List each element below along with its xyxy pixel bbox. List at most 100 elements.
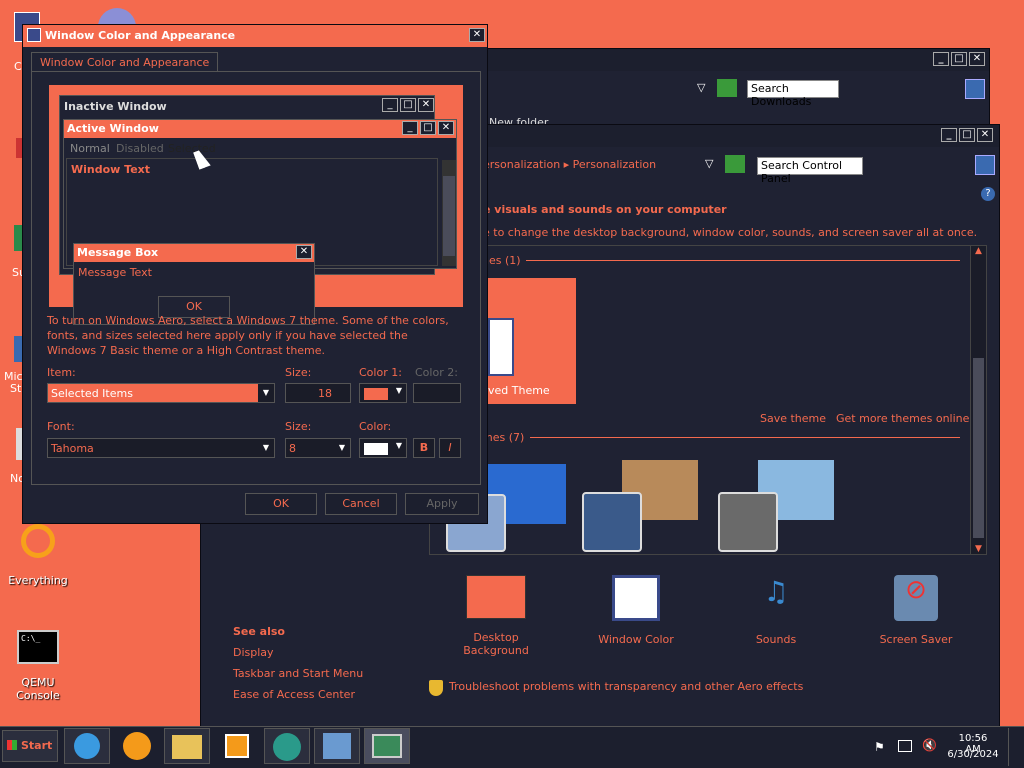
- taskbar-control-panel[interactable]: [314, 728, 360, 764]
- apply-button[interactable]: Apply: [405, 493, 479, 515]
- everything-label: Everything: [8, 574, 68, 587]
- search-icon[interactable]: [965, 79, 985, 99]
- font-color-swatch: [364, 443, 388, 455]
- close-button[interactable]: ✕: [969, 52, 985, 66]
- refresh-icon[interactable]: [717, 79, 737, 97]
- window-color-item[interactable]: Window Color: [581, 575, 691, 646]
- window-color-icon: [612, 575, 660, 621]
- inactive-title: Inactive Window: [64, 100, 167, 113]
- troubleshoot-link[interactable]: Troubleshoot problems with transparency …: [449, 680, 803, 693]
- maximize-button: □: [420, 121, 436, 135]
- scroll-down-arrow[interactable]: ▼: [971, 544, 986, 554]
- taskbar-explorer[interactable]: [164, 728, 210, 764]
- tab-window-color[interactable]: Window Color and Appearance: [31, 52, 219, 72]
- item-label: Item:: [47, 366, 76, 379]
- search-icon[interactable]: [975, 155, 995, 175]
- active-title: Active Window: [67, 122, 159, 135]
- size-spinner[interactable]: 18: [285, 383, 351, 403]
- ok-button[interactable]: OK: [245, 493, 317, 515]
- unsaved-theme-tile[interactable]: ved Theme: [480, 278, 576, 404]
- screen-saver-icon: ⊘: [894, 575, 938, 621]
- italic-button[interactable]: I: [439, 438, 461, 458]
- size2-select[interactable]: 8 ▼: [285, 438, 351, 458]
- qemu-label: QEMU Console: [16, 676, 60, 702]
- close-button: ✕: [418, 98, 434, 112]
- breadcrumb[interactable]: ersonalization ▸ Personalization: [483, 158, 656, 171]
- preview-area: Inactive Window _ □ ✕ Active Window _ □ …: [49, 85, 463, 325]
- desktop-icon-qemu[interactable]: C:\_ QEMU Console: [6, 630, 70, 702]
- cancel-button[interactable]: Cancel: [325, 493, 397, 515]
- refresh-icon[interactable]: [725, 155, 745, 173]
- desktop-icon-everything[interactable]: Everything: [6, 524, 70, 587]
- theme-tile-2[interactable]: [582, 458, 702, 552]
- font-color-picker[interactable]: ▼: [359, 438, 407, 458]
- desktop-background-label: Desktop Background: [463, 631, 529, 657]
- see-also-taskbar[interactable]: Taskbar and Start Menu: [233, 667, 363, 680]
- aero-themes-header: mes (7): [482, 431, 525, 444]
- minimize-button[interactable]: _: [933, 52, 949, 66]
- desktop-background-item[interactable]: Desktop Background: [441, 575, 551, 657]
- taskbar-ie[interactable]: [64, 728, 110, 764]
- msgbox-titlebar: Message Box ✕: [74, 244, 314, 262]
- explorer-titlebar[interactable]: _ □ ✕: [471, 49, 989, 71]
- color1-picker[interactable]: ▼: [359, 383, 407, 403]
- chevron-down-icon: ▼: [395, 441, 402, 450]
- maximize-button[interactable]: □: [959, 128, 975, 142]
- aero-themes-divider: [530, 437, 960, 438]
- bold-button[interactable]: B: [413, 438, 435, 458]
- clock-date[interactable]: 6/30/2024: [946, 749, 1000, 760]
- window-color-label: Window Color: [598, 633, 674, 646]
- minimize-button: _: [382, 98, 398, 112]
- chevron-down-icon[interactable]: ▽: [705, 157, 713, 170]
- volume-muted-icon[interactable]: 🔇: [922, 738, 937, 752]
- explorer-search-input[interactable]: Search Downloads: [747, 80, 839, 108]
- active-titlebar: Active Window _ □ ✕: [64, 120, 456, 138]
- screen-saver-label: Screen Saver: [879, 633, 953, 646]
- network-icon[interactable]: [898, 740, 912, 752]
- theme-tile-3[interactable]: [718, 458, 838, 552]
- menu-normal: Normal: [70, 142, 110, 155]
- theme-panel: nes (1) ved Theme Save theme Get more th…: [429, 245, 987, 555]
- theme-scrollbar[interactable]: ▲ ▼: [970, 246, 986, 554]
- help-icon[interactable]: ?: [981, 187, 995, 201]
- chevron-down-icon[interactable]: ▽: [697, 81, 705, 94]
- close-button[interactable]: ✕: [469, 28, 485, 42]
- font-label: Font:: [47, 420, 75, 433]
- chevron-down-icon: ▼: [258, 384, 274, 402]
- minimize-button[interactable]: _: [941, 128, 957, 142]
- sounds-item[interactable]: ♫ Sounds: [721, 575, 831, 646]
- start-button[interactable]: Start: [2, 730, 58, 762]
- menu-selected: Selected: [168, 142, 216, 155]
- cp-search-input[interactable]: Search Control Panel: [757, 157, 863, 185]
- ie-icon: [74, 733, 100, 759]
- size2-label: Size:: [285, 420, 312, 433]
- size2-value: 8: [289, 442, 296, 455]
- maximize-button: □: [400, 98, 416, 112]
- color-label: Color:: [359, 420, 392, 433]
- scroll-up-arrow[interactable]: ▲: [971, 246, 986, 256]
- menu-disabled: Disabled: [116, 142, 164, 155]
- font-select[interactable]: Tahoma ▼: [47, 438, 275, 458]
- screen-saver-item[interactable]: ⊘ Screen Saver: [861, 575, 971, 646]
- maximize-button[interactable]: □: [951, 52, 967, 66]
- show-desktop-button[interactable]: [1008, 728, 1022, 766]
- scroll-thumb[interactable]: [973, 358, 984, 538]
- control-panel-icon: [323, 733, 351, 759]
- close-button[interactable]: ✕: [977, 128, 993, 142]
- taskbar-app5[interactable]: [264, 728, 310, 764]
- see-also-display[interactable]: Display: [233, 646, 274, 659]
- taskbar-display[interactable]: [364, 728, 410, 764]
- get-more-themes-link[interactable]: Get more themes online: [836, 412, 969, 425]
- save-theme-link[interactable]: Save theme: [760, 412, 826, 425]
- folder-icon: [172, 735, 202, 759]
- flag-icon[interactable]: ⚑: [874, 740, 885, 754]
- window-color-dialog: Window Color and Appearance ✕ Window Col…: [22, 24, 488, 524]
- taskbar-media[interactable]: [214, 728, 260, 764]
- dialog-title: Window Color and Appearance: [45, 29, 236, 42]
- dialog-titlebar[interactable]: Window Color and Appearance ✕: [23, 25, 487, 47]
- start-label: Start: [21, 739, 53, 752]
- color2-picker[interactable]: [413, 383, 461, 403]
- see-also-ease[interactable]: Ease of Access Center: [233, 688, 355, 701]
- taskbar-firefox[interactable]: [114, 728, 160, 764]
- item-select[interactable]: Selected Items ▼: [47, 383, 275, 403]
